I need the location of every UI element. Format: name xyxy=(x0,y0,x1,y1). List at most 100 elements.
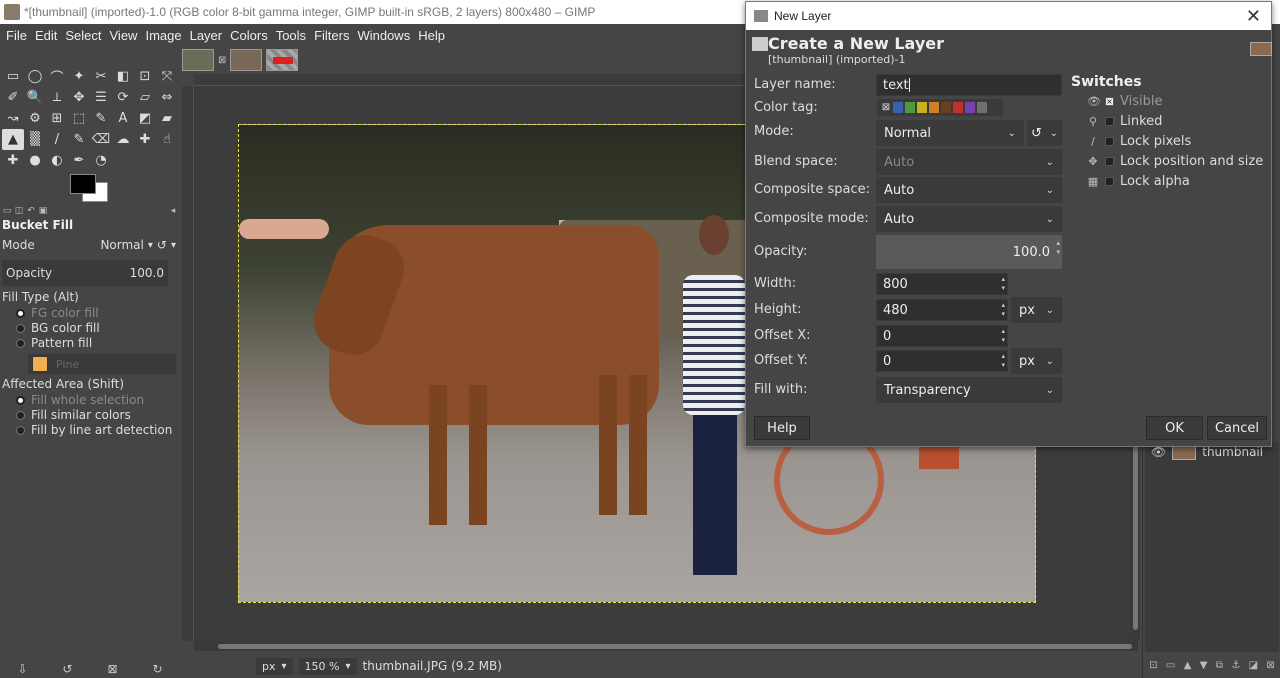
menu-help[interactable]: Help xyxy=(414,28,449,43)
menu-view[interactable]: View xyxy=(106,28,142,43)
zoom-icon[interactable]: 🔍 xyxy=(24,87,46,108)
spin-arrows-icon[interactable]: ▴ ▾ xyxy=(1001,301,1005,319)
close-icon[interactable]: ⊠ xyxy=(218,55,226,66)
spin-arrows-icon[interactable]: ▴ ▾ xyxy=(1001,352,1005,370)
opacity-slider[interactable]: Opacity 100.0 xyxy=(2,260,168,286)
delete-preset-icon[interactable]: ⊠ xyxy=(107,662,117,676)
mask-icon[interactable]: ◪ xyxy=(1249,660,1258,678)
checkbox[interactable] xyxy=(1105,177,1114,186)
unified-transform-icon[interactable]: ⬚ xyxy=(68,108,90,129)
spin-arrows-icon[interactable]: ▴ ▾ xyxy=(1056,239,1060,257)
scrollbar-thumb[interactable] xyxy=(218,644,1132,649)
image-tab-2[interactable] xyxy=(230,49,263,71)
anchor-icon[interactable]: ⚓ xyxy=(1231,660,1240,678)
menu-select[interactable]: Select xyxy=(61,28,105,43)
align-icon[interactable]: ☰ xyxy=(90,87,112,108)
pattern-swatch[interactable] xyxy=(32,356,48,372)
bucket-fill-icon[interactable]: ▲ xyxy=(2,129,24,150)
height-input[interactable]: 480 ▴ ▾ xyxy=(876,299,1008,321)
color-tag-swatch[interactable] xyxy=(953,102,963,113)
composite-space-dropdown[interactable]: Auto ⌄ xyxy=(876,177,1062,203)
smudge-icon[interactable]: ☝ xyxy=(156,129,178,150)
heal-icon[interactable]: ✚ xyxy=(2,150,24,171)
dodge-icon[interactable]: ◐ xyxy=(46,150,68,171)
menu-windows[interactable]: Windows xyxy=(353,28,414,43)
fuzzy-select-icon[interactable]: ✦ xyxy=(68,66,90,87)
blend-space-dropdown[interactable]: Auto ⌄ xyxy=(876,149,1062,175)
color-tag-swatch[interactable] xyxy=(917,102,927,113)
rect-select-icon[interactable]: ▭ xyxy=(2,66,24,87)
ok-button[interactable]: OK xyxy=(1146,416,1203,440)
crop-icon[interactable]: ⊡ xyxy=(134,66,156,87)
opacity-spin-slider[interactable]: 100.0 ▴ ▾ xyxy=(876,235,1062,269)
unit-combo[interactable]: px ▾ xyxy=(256,657,293,675)
undo-history-tab-icon[interactable]: ↶ xyxy=(26,206,36,218)
menu-file[interactable]: File xyxy=(2,28,31,43)
device-status-tab-icon[interactable]: ◫ xyxy=(14,206,24,218)
foreground-select-icon[interactable]: ◧ xyxy=(112,66,134,87)
images-tab-icon[interactable]: ▣ xyxy=(38,206,48,218)
spin-arrows-icon[interactable]: ▴ ▾ xyxy=(1001,275,1005,293)
free-select-icon[interactable]: ⌒ xyxy=(46,66,68,87)
no-color-tag-icon[interactable]: ⊠ xyxy=(881,102,891,113)
affected-line-art[interactable]: Fill by line art detection xyxy=(16,423,172,437)
switch-linked[interactable]: ⚲ Linked xyxy=(1087,114,1162,129)
help-button[interactable]: Help xyxy=(754,416,810,440)
handle-transform-icon[interactable]: ⚙ xyxy=(24,108,46,129)
lower-layer-icon[interactable]: ▼ xyxy=(1200,660,1208,678)
menu-layer[interactable]: Layer xyxy=(186,28,227,43)
offset-x-input[interactable]: 0 ▴ ▾ xyxy=(876,325,1008,347)
color-tag-swatch[interactable] xyxy=(929,102,939,113)
menu-edit[interactable]: Edit xyxy=(31,28,61,43)
text-icon[interactable]: A xyxy=(112,108,134,129)
new-layer-icon[interactable]: ⊡ xyxy=(1149,660,1157,678)
vertical-ruler[interactable] xyxy=(182,86,194,641)
raise-layer-icon[interactable]: ▲ xyxy=(1184,660,1192,678)
reset-mode-icon[interactable]: ↺ xyxy=(157,238,167,252)
new-group-icon[interactable]: ▭ xyxy=(1166,660,1175,678)
paths-icon[interactable]: ✎ xyxy=(90,108,112,129)
cage-icon[interactable]: ⊞ xyxy=(46,108,68,129)
zoom-combo[interactable]: 150 % ▾ xyxy=(298,657,357,675)
tool-options-tab-icon[interactable]: ▭ xyxy=(2,206,12,218)
rotate-icon[interactable]: ⟳ xyxy=(112,87,134,108)
switch-lock-pixels[interactable]: / Lock pixels xyxy=(1087,134,1191,149)
spin-arrows-icon[interactable]: ▴ ▾ xyxy=(1001,327,1005,345)
eye-icon[interactable]: 👁 xyxy=(1151,445,1166,459)
checkbox[interactable] xyxy=(1105,137,1114,146)
eraser-icon[interactable]: ⌫ xyxy=(90,129,112,150)
horizontal-scrollbar[interactable] xyxy=(194,641,1138,651)
pattern-selector[interactable]: Pine xyxy=(28,354,176,374)
color-tag-swatch[interactable] xyxy=(905,102,915,113)
switch-lock-position-and-size[interactable]: ✥ Lock position and size xyxy=(1087,154,1263,169)
checkbox[interactable] xyxy=(1105,157,1114,166)
perspective-icon[interactable]: ▱ xyxy=(134,87,156,108)
mypaint-icon[interactable]: ◔ xyxy=(90,150,112,171)
free-select-2-icon[interactable]: ◩ xyxy=(134,108,156,129)
color-tag-swatch[interactable] xyxy=(893,102,903,113)
mode-dropdown[interactable]: Normal ⌄ xyxy=(876,120,1024,146)
color-tag-swatch[interactable] xyxy=(977,102,987,113)
cancel-button[interactable]: Cancel xyxy=(1207,416,1267,440)
shear-icon[interactable]: ▰ xyxy=(156,108,178,129)
image-tab-1[interactable] xyxy=(182,49,214,71)
offset-unit-dropdown[interactable]: px ⌄ xyxy=(1011,348,1062,374)
ink-icon[interactable]: ✒ xyxy=(68,150,90,171)
menu-colors[interactable]: Colors xyxy=(226,28,272,43)
image-tab-3[interactable] xyxy=(266,49,299,71)
composite-mode-dropdown[interactable]: Auto ⌄ xyxy=(876,206,1062,232)
reset-options-icon[interactable]: ↻ xyxy=(152,662,162,676)
duplicate-layer-icon[interactable]: ⧉ xyxy=(1216,660,1223,678)
foreground-color-swatch[interactable] xyxy=(70,174,96,194)
switch-visible[interactable]: 👁 × Visible xyxy=(1087,94,1162,109)
fill-type-fg[interactable]: FG color fill xyxy=(16,306,99,320)
ellipse-select-icon[interactable]: ◯ xyxy=(24,66,46,87)
menu-filters[interactable]: Filters xyxy=(310,28,353,43)
affected-whole-selection[interactable]: Fill whole selection xyxy=(16,393,144,407)
color-picker-icon[interactable]: ✐ xyxy=(2,87,24,108)
flip-icon[interactable]: ⇔ xyxy=(156,87,178,108)
gradient-icon[interactable]: ▒ xyxy=(24,129,46,150)
checkbox[interactable] xyxy=(1105,117,1114,126)
color-tag-swatch[interactable] xyxy=(965,102,975,113)
fill-type-bg[interactable]: BG color fill xyxy=(16,321,100,335)
